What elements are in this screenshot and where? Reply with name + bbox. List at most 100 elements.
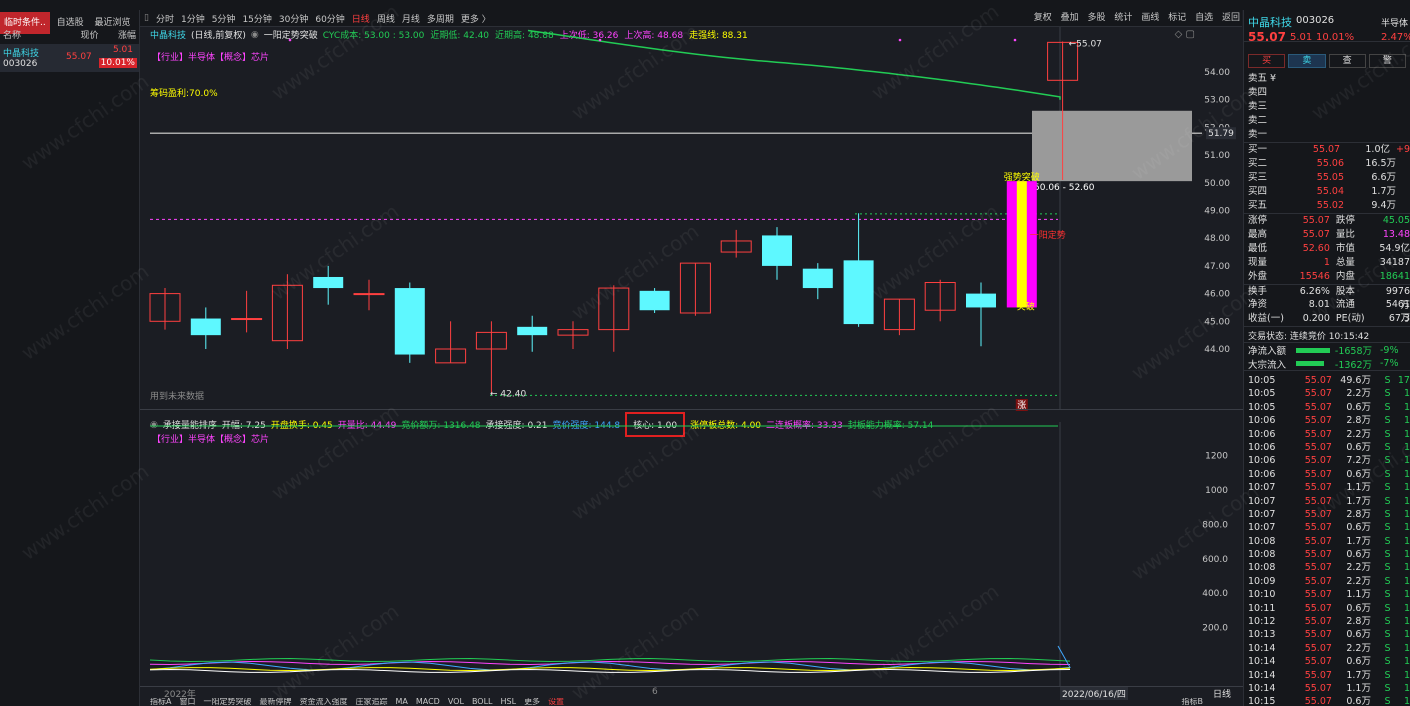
tick-volume: 0.6万: [1346, 656, 1371, 668]
candlestick-chart[interactable]: 54.0053.0052.0051.0050.0049.0048.0047.00…: [140, 27, 1243, 422]
indicator-tab[interactable]: VOL: [448, 698, 464, 706]
buy-level[interactable]: 买五 55.02 9.4万: [1244, 199, 1410, 213]
period-monthly[interactable]: 月线: [402, 12, 420, 25]
indicator-tab[interactable]: 最新停牌: [259, 698, 291, 706]
candle-body: [517, 326, 548, 336]
tick-count: 1: [1403, 589, 1410, 601]
indicator-b-tab[interactable]: 指标B: [1182, 698, 1204, 706]
tick-row: 10:07 55.07 0.6万 S 1: [1244, 521, 1410, 534]
period-15min[interactable]: 15分钟: [242, 12, 271, 25]
toolbar-right: 复权 叠加 多股 统计 画线 标记 自选 返回: [1028, 10, 1240, 27]
stat-row: 最低 52.60 市值 54.9亿: [1244, 242, 1410, 256]
quote-header: 中晶科技 003026 半导体 55.07 5.01 10.01% 2.47%: [1244, 10, 1410, 44]
btn-overlay[interactable]: 叠加: [1061, 13, 1079, 23]
btn-back[interactable]: 返回: [1222, 13, 1240, 23]
sell-level[interactable]: 卖二: [1244, 114, 1410, 128]
indicator-tab[interactable]: BOLL: [472, 698, 493, 706]
period-fenshi[interactable]: 分时: [156, 12, 174, 25]
tick-count: 1: [1403, 656, 1410, 668]
block-inflow-bar: [1296, 361, 1324, 366]
btn-stats[interactable]: 统计: [1114, 13, 1132, 23]
indicator-tab[interactable]: 设置: [548, 698, 564, 706]
tick-price: 55.07: [1304, 642, 1332, 654]
stat-label: 总量: [1335, 257, 1355, 268]
stock-pct: 10.01%: [98, 58, 137, 68]
stat-value: 6.26%: [1299, 286, 1330, 297]
period-1min[interactable]: 1分钟: [181, 12, 205, 25]
indicator-tab[interactable]: 一阳定势突破: [203, 698, 251, 706]
tick-row: 10:05 55.07 2.2万 S 1: [1244, 387, 1410, 400]
tick-time: 10:07: [1248, 522, 1276, 534]
period-5min[interactable]: 5分钟: [212, 12, 236, 25]
buy-level[interactable]: 买四 55.04 1.7万: [1244, 185, 1410, 199]
sell-level-label: 卖一: [1248, 129, 1268, 140]
trade-status: 交易状态: 连续竞价 10:15:42: [1244, 327, 1410, 343]
period-30min[interactable]: 30分钟: [279, 12, 308, 25]
tick-volume: 2.8万: [1346, 415, 1371, 427]
price-tick: 50.00: [1204, 179, 1230, 189]
indicator-tab[interactable]: 资金流入强度: [299, 698, 347, 706]
tick-row: 10:08 55.07 1.7万 S 1: [1244, 535, 1410, 548]
tick-price: 55.07: [1304, 401, 1332, 413]
btn-multi-stock[interactable]: 多股: [1088, 13, 1106, 23]
period-more[interactable]: 更多 〉: [461, 12, 491, 25]
sub-tick: 800.0: [1202, 520, 1228, 530]
indicator-tab[interactable]: 指标A: [150, 698, 171, 706]
tick-count: 1: [1403, 441, 1410, 453]
col-change[interactable]: 涨幅: [118, 28, 136, 44]
cost-line-label: 51.79: [1208, 129, 1234, 139]
buy-level-price: 55.02: [1316, 200, 1344, 211]
buy-level-volume: 1.0亿: [1365, 144, 1390, 155]
buy-button[interactable]: 买: [1248, 54, 1286, 68]
period-weekly[interactable]: 周线: [377, 12, 395, 25]
stock-change: 5.01: [112, 45, 133, 55]
sell-level[interactable]: 卖三: [1244, 100, 1410, 114]
indicator-tab[interactable]: MACD: [416, 698, 440, 706]
app-root: 临时条件.. 自选股 最近浏览 名称 现价 涨幅 中晶科技 003026 55.…: [0, 0, 1410, 706]
btn-fuquan[interactable]: 复权: [1034, 13, 1052, 23]
sell-level[interactable]: 卖四: [1244, 86, 1410, 100]
buy-level[interactable]: 买一 55.07 1.0亿 +9: [1244, 143, 1410, 157]
sub-indicator-chart[interactable]: 1200 1000 800.0 600.0 400.0 200.0: [140, 422, 1243, 687]
quote-sector[interactable]: 半导体: [1381, 16, 1408, 29]
buy-level-price: 55.07: [1312, 144, 1341, 155]
watchlist-row[interactable]: 中晶科技 003026 55.07 5.01 10.01%: [0, 44, 139, 72]
candle-body: [313, 276, 344, 289]
tick-side: S: [1384, 468, 1391, 480]
sell-level[interactable]: 卖一: [1244, 128, 1410, 142]
btn-draw[interactable]: 画线: [1141, 13, 1159, 23]
tick-count: 1: [1403, 482, 1410, 494]
btn-add-favorite[interactable]: 自选: [1195, 13, 1213, 23]
query-button[interactable]: 查: [1328, 54, 1366, 68]
resistance-box: [1032, 110, 1192, 182]
sell-button[interactable]: 卖: [1288, 54, 1326, 68]
buy-level[interactable]: 买三 55.05 6.6万: [1244, 171, 1410, 185]
tick-price: 55.07: [1304, 575, 1332, 587]
tick-volume: 1.7万: [1346, 535, 1371, 547]
layout-icon[interactable]: ▯: [144, 13, 149, 23]
indicator-tab[interactable]: MA: [395, 698, 407, 706]
sell-level[interactable]: 卖五 ¥: [1244, 72, 1410, 86]
tick-row: 10:08 55.07 0.6万 S 1: [1244, 548, 1410, 561]
price-tick: 44.00: [1204, 345, 1230, 355]
period-daily[interactable]: 日线: [352, 12, 370, 25]
btn-mark[interactable]: 标记: [1168, 13, 1186, 23]
stat-label: 量比: [1335, 229, 1355, 240]
tick-list[interactable]: 10:05 55.07 49.6万 S 17 10:05 55.07 2.2万 S 1 10:05 5…: [1244, 371, 1410, 706]
period-multi[interactable]: 多周期: [427, 12, 454, 25]
indicator-tab[interactable]: 更多: [524, 698, 540, 706]
price-tick: 54.00: [1204, 68, 1230, 78]
net-inflow-label: 净流入额: [1248, 346, 1287, 357]
col-price[interactable]: 现价: [80, 28, 98, 44]
price-tick: 45.00: [1204, 317, 1230, 327]
buy-level[interactable]: 买二 55.06 16.5万: [1244, 157, 1410, 171]
period-60min[interactable]: 60分钟: [315, 12, 344, 25]
alert-button[interactable]: 警: [1368, 54, 1406, 68]
chart-area: 中晶科技 (日线,前复权) ◉ 一阳定势突破 CYC成本: 53.00 : 53…: [140, 27, 1243, 706]
buy-level-volume: 16.5万: [1365, 158, 1396, 169]
tick-count: 1: [1403, 455, 1410, 467]
indicator-tab[interactable]: 窗口: [179, 698, 195, 706]
col-name[interactable]: 名称: [3, 28, 21, 44]
indicator-tab[interactable]: 庄家追踪: [355, 698, 387, 706]
indicator-tab[interactable]: HSL: [501, 698, 517, 706]
